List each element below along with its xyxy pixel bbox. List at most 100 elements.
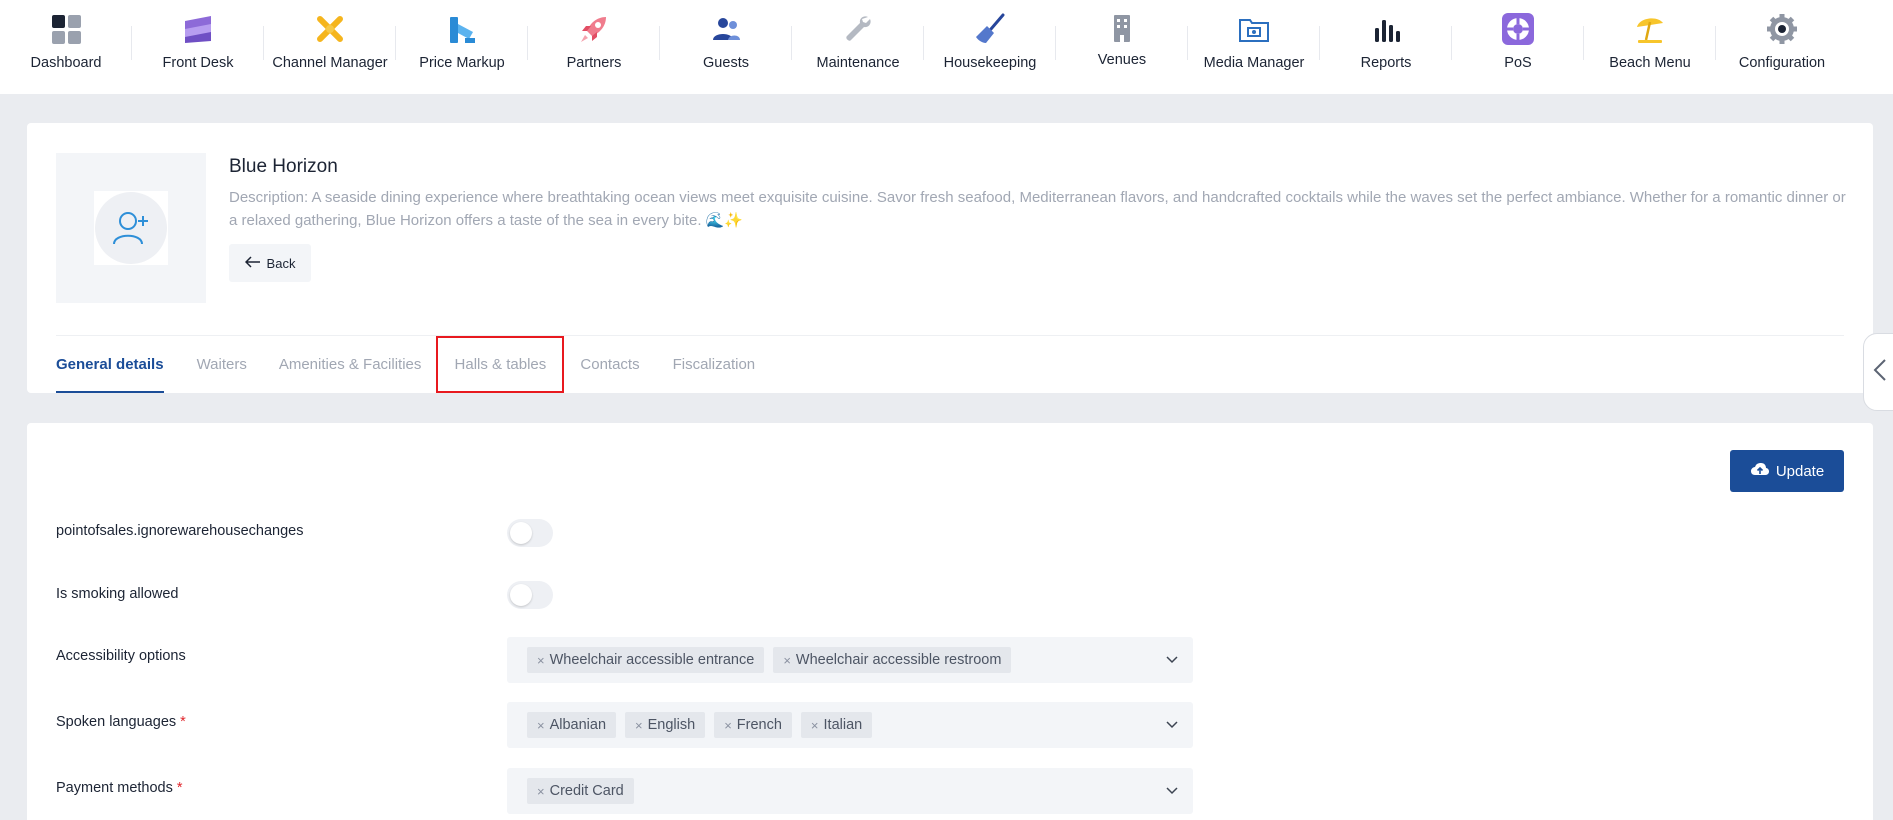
nav-label: Media Manager xyxy=(1203,55,1305,71)
update-button[interactable]: Update xyxy=(1730,450,1844,492)
remove-chip-icon[interactable]: × xyxy=(635,718,643,733)
tab-label: Amenities & Facilities xyxy=(278,356,422,373)
selected-chips: × Credit Card xyxy=(527,778,634,804)
payment-methods-select[interactable]: × Credit Card xyxy=(507,768,1193,814)
remove-chip-icon[interactable]: × xyxy=(537,718,545,733)
chip-label: Credit Card xyxy=(549,783,624,799)
required-marker: * xyxy=(176,780,183,796)
nav-item-front-desk[interactable]: Front Desk xyxy=(132,0,264,94)
chip: × Albanian xyxy=(527,712,617,738)
venue-title: Blue Horizon xyxy=(229,156,338,177)
nav-label: Channel Manager xyxy=(272,55,388,71)
tab-waiters[interactable]: Waiters xyxy=(197,336,247,393)
toggle-knob xyxy=(510,522,532,544)
chip-label: English xyxy=(647,717,696,733)
broom-icon xyxy=(973,12,1007,46)
chip-label: Albanian xyxy=(549,717,607,733)
nav-label: Price Markup xyxy=(419,55,505,71)
nav-item-configuration[interactable]: Configuration xyxy=(1716,0,1848,94)
selected-chips: × Wheelchair accessible entrance × Wheelch… xyxy=(527,647,1012,673)
nav-item-pos[interactable]: PoS xyxy=(1452,0,1584,94)
arrow-left-icon xyxy=(244,255,261,271)
sidebar-toggle-handle[interactable] xyxy=(1863,333,1893,411)
remove-chip-icon[interactable]: × xyxy=(811,718,819,733)
nav-label: Reports xyxy=(1360,55,1412,71)
accessibility-select[interactable]: × Wheelchair accessible entrance × Wheelch… xyxy=(507,637,1193,683)
tab-contacts[interactable]: Contacts xyxy=(580,336,639,393)
nav-item-media-manager[interactable]: Media Manager xyxy=(1188,0,1320,94)
selected-chips: × Albanian × English × French × Italian xyxy=(527,712,873,738)
smoking-toggle[interactable] xyxy=(507,581,553,609)
remove-chip-icon[interactable]: × xyxy=(724,718,732,733)
chip: × Wheelchair accessible entrance xyxy=(527,647,765,673)
wrench-icon xyxy=(841,12,875,46)
payment-label-text: Payment methods xyxy=(56,780,173,796)
nav-item-guests[interactable]: Guests xyxy=(660,0,792,94)
nav-label: Beach Menu xyxy=(1609,55,1691,71)
remove-chip-icon[interactable]: × xyxy=(537,784,545,799)
nav-label: Guests xyxy=(703,55,749,71)
building-icon xyxy=(1105,12,1139,46)
chip: × Credit Card xyxy=(527,778,634,804)
required-marker: * xyxy=(180,714,186,730)
chip-label: Wheelchair accessible entrance xyxy=(549,652,755,668)
chevron-down-icon[interactable] xyxy=(1165,653,1179,667)
tab-label: Halls & tables xyxy=(454,356,547,373)
tab-label: Fiscalization xyxy=(672,356,756,373)
guests-icon xyxy=(709,12,743,46)
nav-item-maintenance[interactable]: Maintenance xyxy=(792,0,924,94)
add-user-icon xyxy=(95,192,167,264)
tab-label: Contacts xyxy=(580,356,640,373)
price-markup-icon xyxy=(445,12,479,46)
payment-methods-label: Payment methods * xyxy=(56,780,183,796)
back-button[interactable]: Back xyxy=(229,244,311,282)
tab-amenities-facilities[interactable]: Amenities & Facilities xyxy=(279,336,422,393)
bar-chart-icon xyxy=(1369,12,1403,46)
channels-icon xyxy=(313,12,347,46)
chip-label: Italian xyxy=(823,717,863,733)
nav-label: Venues xyxy=(1097,52,1147,68)
media-folder-icon xyxy=(1237,12,1271,46)
nav-item-partners[interactable]: Partners xyxy=(528,0,660,94)
general-details-form: Update pointofsales.ignorewarehousechang… xyxy=(27,423,1873,820)
chip: × English xyxy=(625,712,706,738)
venue-header-card: Blue Horizon Description: A seaside dini… xyxy=(27,123,1873,393)
nav-label: Maintenance xyxy=(816,55,900,71)
tab-label: General details xyxy=(56,356,164,373)
chip: × Wheelchair accessible restroom xyxy=(773,647,1012,673)
nav-label: Dashboard xyxy=(30,55,102,71)
beach-umbrella-icon xyxy=(1633,12,1667,46)
nav-label: Partners xyxy=(566,55,622,71)
nav-item-venues[interactable]: Venues xyxy=(1056,0,1188,94)
chip-label: French xyxy=(736,717,782,733)
chip: × French xyxy=(714,712,792,738)
languages-select[interactable]: × Albanian × English × French × Italian xyxy=(507,702,1193,748)
tab-halls-tables[interactable]: Halls & tables xyxy=(436,336,565,393)
chip: × Italian xyxy=(800,712,873,738)
back-button-label: Back xyxy=(266,255,296,271)
chevron-down-icon[interactable] xyxy=(1165,718,1179,732)
dashboard-icon xyxy=(49,12,83,46)
cloud-upload-icon xyxy=(1750,461,1770,481)
tab-general-details[interactable]: General details xyxy=(56,336,164,393)
venue-description: Description: A seaside dining experience… xyxy=(229,189,1846,229)
nav-item-price-markup[interactable]: Price Markup xyxy=(396,0,528,94)
languages-label: Spoken languages * xyxy=(56,714,186,730)
chip-label: Wheelchair accessible restroom xyxy=(795,652,1002,668)
update-button-label: Update xyxy=(1775,462,1825,480)
nav-item-channel-manager[interactable]: Channel Manager xyxy=(264,0,396,94)
nav-label: PoS xyxy=(1504,55,1532,71)
chevron-down-icon[interactable] xyxy=(1165,784,1179,798)
nav-item-beach-menu[interactable]: Beach Menu xyxy=(1584,0,1716,94)
nav-item-reports[interactable]: Reports xyxy=(1320,0,1452,94)
nav-item-dashboard[interactable]: Dashboard xyxy=(0,0,132,94)
tab-fiscalization[interactable]: Fiscalization xyxy=(673,336,756,393)
ignore-warehouse-label: pointofsales.ignorewarehousechanges xyxy=(56,523,304,539)
layers-icon xyxy=(181,12,215,46)
remove-chip-icon[interactable]: × xyxy=(783,653,791,668)
nav-item-housekeeping[interactable]: Housekeeping xyxy=(924,0,1056,94)
avatar xyxy=(94,191,168,265)
ignore-warehouse-toggle[interactable] xyxy=(507,519,553,547)
remove-chip-icon[interactable]: × xyxy=(537,653,545,668)
venue-image-placeholder[interactable] xyxy=(56,153,206,303)
